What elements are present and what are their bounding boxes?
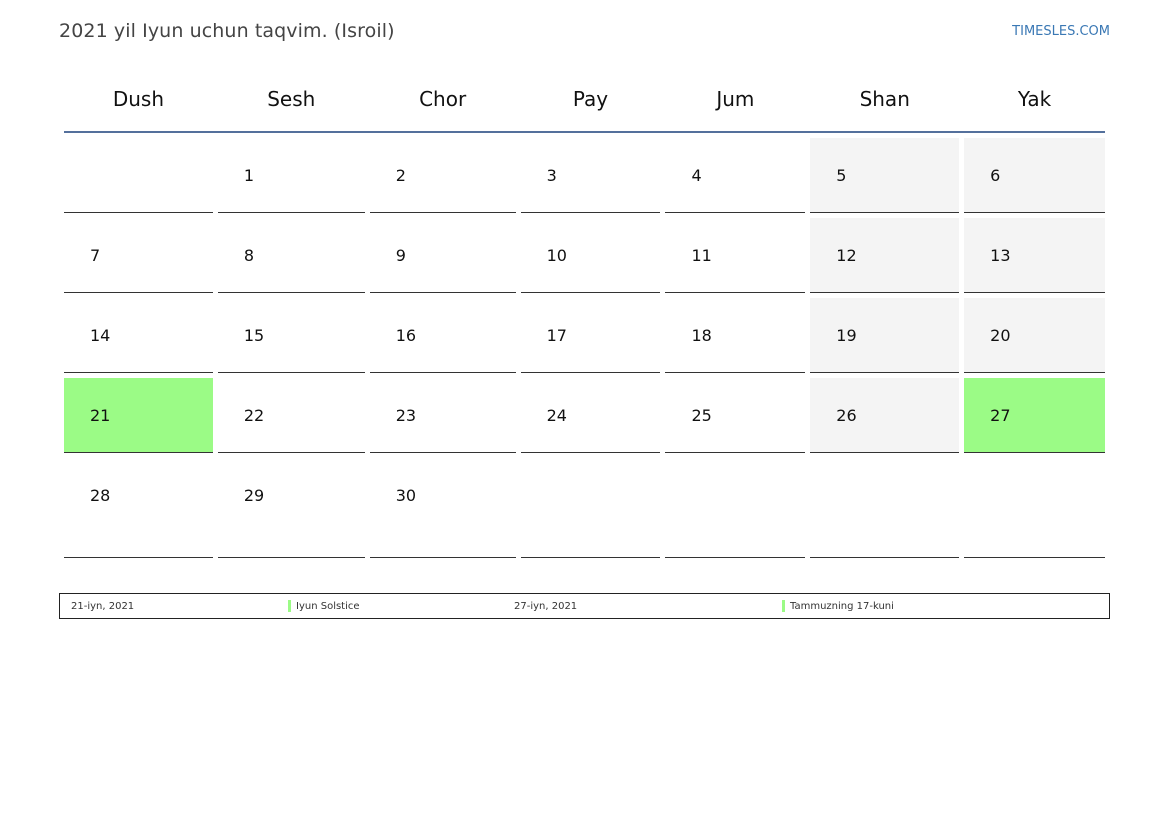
day-cell[interactable]: 22 — [217, 378, 365, 453]
week-row: 7 8 9 10 11 12 13 — [64, 218, 1106, 293]
weekday-header-row: Dush Sesh Chor Pay Jum Shan Yak — [64, 80, 1105, 133]
day-number: 18 — [691, 326, 712, 345]
weekday-header: Dush — [112, 87, 165, 111]
day-cell[interactable]: 2 — [369, 138, 516, 213]
day-cell[interactable]: 27 — [964, 378, 1106, 453]
day-cell[interactable]: 18 — [665, 298, 806, 373]
day-cell[interactable]: 16 — [369, 298, 516, 373]
day-number: 17 — [546, 326, 567, 345]
day-number: 7 — [90, 246, 101, 265]
empty-day-cell — [964, 458, 1106, 558]
day-number: 21 — [90, 406, 111, 425]
day-number: 12 — [836, 246, 857, 265]
legend-color-marker-2 — [782, 600, 785, 612]
legend-date-2: 27-iyn, 2021 — [514, 601, 578, 612]
day-cell[interactable]: 26 — [810, 378, 960, 453]
day-number: 1 — [243, 166, 255, 185]
day-cell[interactable]: 28 — [64, 458, 213, 558]
weekday-header: Sesh — [267, 87, 316, 111]
day-cell[interactable]: 24 — [520, 378, 661, 453]
empty-day-cell — [520, 458, 661, 558]
day-cell[interactable]: 25 — [665, 378, 806, 453]
day-number: 2 — [395, 166, 406, 185]
day-number: 20 — [990, 326, 1011, 345]
day-number: 11 — [691, 246, 712, 265]
day-cell[interactable]: 19 — [810, 298, 960, 373]
legend-holiday-2: Tammuzning 17-kuni — [790, 601, 894, 612]
day-number: 23 — [395, 406, 417, 425]
empty-day-cell — [665, 458, 806, 558]
weekday-header: Pay — [572, 87, 609, 111]
day-number: 4 — [691, 166, 702, 185]
site-link[interactable]: TIMESLES.COM — [1012, 24, 1110, 39]
day-number: 15 — [243, 326, 265, 345]
day-number: 8 — [243, 246, 255, 265]
page-title: 2021 yil Iyun uchun taqvim. (Isroil) — [59, 20, 395, 42]
day-number: 25 — [691, 406, 712, 425]
weekday-header: Chor — [419, 87, 467, 111]
day-number: 27 — [990, 406, 1011, 425]
day-cell[interactable]: 29 — [217, 458, 365, 558]
weekday-header: Shan — [859, 87, 910, 111]
day-cell[interactable]: 30 — [369, 458, 516, 558]
day-cell[interactable]: 15 — [217, 298, 365, 373]
day-number: 14 — [90, 326, 111, 345]
weekday-header: Jum — [716, 87, 755, 111]
day-cell[interactable]: 5 — [810, 138, 960, 213]
legend-color-marker-1 — [288, 600, 291, 612]
week-row: 14 15 16 17 18 19 20 — [64, 298, 1106, 373]
day-cell[interactable]: 20 — [964, 298, 1106, 373]
day-cell[interactable]: 10 — [520, 218, 661, 293]
day-cell[interactable]: 23 — [369, 378, 516, 453]
day-number: 5 — [836, 166, 847, 185]
day-cell[interactable]: 4 — [665, 138, 806, 213]
day-cell[interactable]: 21 — [64, 378, 213, 453]
day-number: 24 — [546, 406, 567, 425]
week-row: 21 22 23 24 25 26 27 — [64, 378, 1106, 453]
day-cell[interactable]: 7 — [64, 218, 213, 293]
holiday-legend: 21-iyn, 2021 Iyun Solstice 27-iyn, 2021 … — [59, 593, 1110, 619]
day-cell[interactable]: 17 — [520, 298, 661, 373]
day-number: 26 — [836, 406, 857, 425]
week-row: 1 2 3 4 5 6 — [64, 138, 1106, 213]
day-cell[interactable]: 9 — [369, 218, 516, 293]
day-number: 29 — [243, 486, 265, 505]
legend-holiday-1: Iyun Solstice — [296, 601, 360, 612]
day-cell[interactable]: 12 — [810, 218, 960, 293]
day-number: 9 — [395, 246, 406, 265]
day-cell[interactable]: 11 — [665, 218, 806, 293]
day-cell[interactable]: 14 — [64, 298, 213, 373]
day-number: 13 — [990, 246, 1011, 265]
day-number: 3 — [546, 166, 557, 185]
day-number: 19 — [836, 326, 857, 345]
calendar-weeks: 1 2 3 4 5 6 7 8 9 10 11 12 13 14 15 16 17 18 19 20 21 22 23 24 2… — [64, 138, 1106, 558]
day-cell[interactable]: 13 — [964, 218, 1106, 293]
day-number: 22 — [243, 406, 265, 425]
empty-day-cell — [810, 458, 960, 558]
day-number: 6 — [990, 166, 1001, 185]
legend-date-1: 21-iyn, 2021 — [71, 601, 135, 612]
day-cell[interactable]: 6 — [964, 138, 1106, 213]
day-number: 30 — [395, 486, 417, 505]
calendar-grid: Dush Sesh Chor Pay Jum Shan Yak 1 2 3 4 5 6 7 8 9 10 11 1… — [64, 80, 1106, 558]
day-number: 28 — [90, 486, 111, 505]
day-cell[interactable]: 3 — [520, 138, 661, 213]
empty-day-cell — [64, 138, 213, 213]
day-cell[interactable]: 1 — [217, 138, 365, 213]
week-row: 28 29 30 — [64, 458, 1106, 558]
day-cell[interactable]: 8 — [217, 218, 365, 293]
day-number: 16 — [395, 326, 417, 345]
weekday-header: Yak — [1017, 87, 1052, 111]
day-number: 10 — [546, 246, 567, 265]
